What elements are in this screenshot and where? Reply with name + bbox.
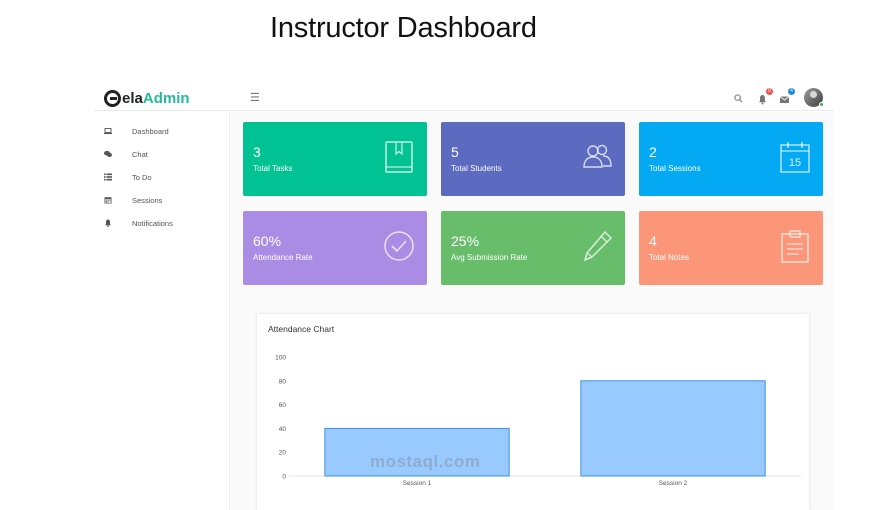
main-content: 3 Total Tasks 5 Total Students 2 Total S… bbox=[231, 112, 834, 510]
clipboard-icon bbox=[781, 230, 809, 263]
online-status-dot bbox=[819, 102, 824, 107]
calendar-icon bbox=[104, 197, 112, 204]
sidebar-item-dashboard[interactable]: Dashboard bbox=[94, 122, 230, 140]
stat-card-avg-submission-rate[interactable]: 25% Avg Submission Rate bbox=[441, 211, 625, 285]
stat-card-total-tasks[interactable]: 3 Total Tasks bbox=[243, 122, 427, 196]
calendar-day-text: 15 bbox=[789, 157, 801, 169]
brand-logo[interactable]: ela Admin bbox=[104, 89, 190, 107]
stat-label: Total Students bbox=[451, 164, 502, 173]
watermark-text: mostaql.com bbox=[370, 452, 481, 471]
top-bar: ela Admin ☰ 0 4 bbox=[94, 84, 834, 111]
chat-icon bbox=[104, 150, 112, 157]
stat-label: Total Tasks bbox=[253, 164, 293, 173]
list-icon bbox=[104, 173, 112, 181]
y-tick-label: 60 bbox=[279, 402, 287, 409]
stat-label: Total Notes bbox=[649, 253, 690, 262]
chart-bar[interactable] bbox=[580, 380, 766, 477]
messages-badge: 4 bbox=[788, 88, 795, 95]
logo-mark-icon bbox=[104, 89, 121, 107]
y-tick-label: 0 bbox=[282, 474, 286, 481]
stat-value: 60% bbox=[253, 233, 282, 249]
y-tick-label: 100 bbox=[275, 355, 286, 362]
laptop-icon bbox=[104, 128, 112, 134]
stat-label: Attendance Rate bbox=[253, 253, 313, 262]
users-icon bbox=[583, 144, 612, 168]
messages-button[interactable]: 4 bbox=[779, 88, 795, 103]
sidebar-item-label: Notifications bbox=[132, 218, 173, 228]
sidebar-item-sessions[interactable]: Sessions bbox=[94, 191, 230, 209]
stat-card-total-students[interactable]: 5 Total Students bbox=[441, 122, 625, 196]
app-window: ela Admin ☰ 0 4 Dashboard Chat To Do Ses… bbox=[94, 84, 834, 510]
stat-label: Avg Submission Rate bbox=[451, 253, 528, 262]
attendance-chart: 0 20 40 60 80 100 Session 1 Session 2 bbox=[275, 355, 801, 487]
stat-value: 5 bbox=[451, 144, 459, 160]
stat-value: 25% bbox=[451, 233, 480, 249]
menu-toggle-icon[interactable]: ☰ bbox=[250, 91, 260, 104]
stat-value: 2 bbox=[649, 144, 657, 160]
sidebar-item-notifications[interactable]: Notifications bbox=[94, 214, 230, 232]
y-tick-label: 20 bbox=[279, 450, 287, 457]
sidebar: Dashboard Chat To Do Sessions Notificati… bbox=[94, 112, 230, 510]
x-tick-label: Session 1 bbox=[403, 480, 432, 487]
notifications-badge: 0 bbox=[766, 88, 773, 95]
check-circle-icon bbox=[384, 231, 414, 261]
stat-card-total-notes[interactable]: 4 Total Notes bbox=[639, 211, 823, 285]
stat-value: 3 bbox=[253, 144, 261, 160]
brand-name-part1: ela bbox=[122, 89, 143, 107]
y-tick-label: 40 bbox=[279, 426, 287, 433]
stat-value: 4 bbox=[649, 233, 657, 249]
book-icon bbox=[385, 141, 413, 173]
search-icon[interactable] bbox=[734, 94, 743, 103]
stat-label: Total Sessions bbox=[649, 164, 701, 173]
brand-name-part2: Admin bbox=[142, 89, 190, 107]
bell-icon bbox=[105, 219, 111, 227]
notifications-button[interactable]: 0 bbox=[757, 88, 773, 105]
stat-card-total-sessions[interactable]: 2 Total Sessions 15 bbox=[639, 122, 823, 196]
sidebar-item-chat[interactable]: Chat bbox=[94, 145, 230, 163]
envelope-icon bbox=[779, 96, 790, 103]
pencil-icon bbox=[583, 230, 613, 262]
y-tick-label: 80 bbox=[279, 378, 287, 385]
page-title: Instructor Dashboard bbox=[270, 12, 537, 44]
calendar-icon: 15 bbox=[780, 142, 810, 173]
attendance-chart-panel: Attendance Chart 0 20 40 60 80 100 Session 1 Se… bbox=[257, 314, 809, 510]
stat-card-attendance-rate[interactable]: 60% Attendance Rate bbox=[243, 211, 427, 285]
sidebar-item-todo[interactable]: To Do bbox=[94, 168, 230, 186]
sidebar-item-label: Chat bbox=[132, 149, 148, 159]
bell-icon bbox=[759, 95, 766, 105]
sidebar-item-label: To Do bbox=[132, 172, 152, 182]
sidebar-item-label: Sessions bbox=[132, 195, 163, 205]
x-tick-label: Session 2 bbox=[659, 480, 688, 487]
sidebar-item-label: Dashboard bbox=[132, 126, 169, 136]
